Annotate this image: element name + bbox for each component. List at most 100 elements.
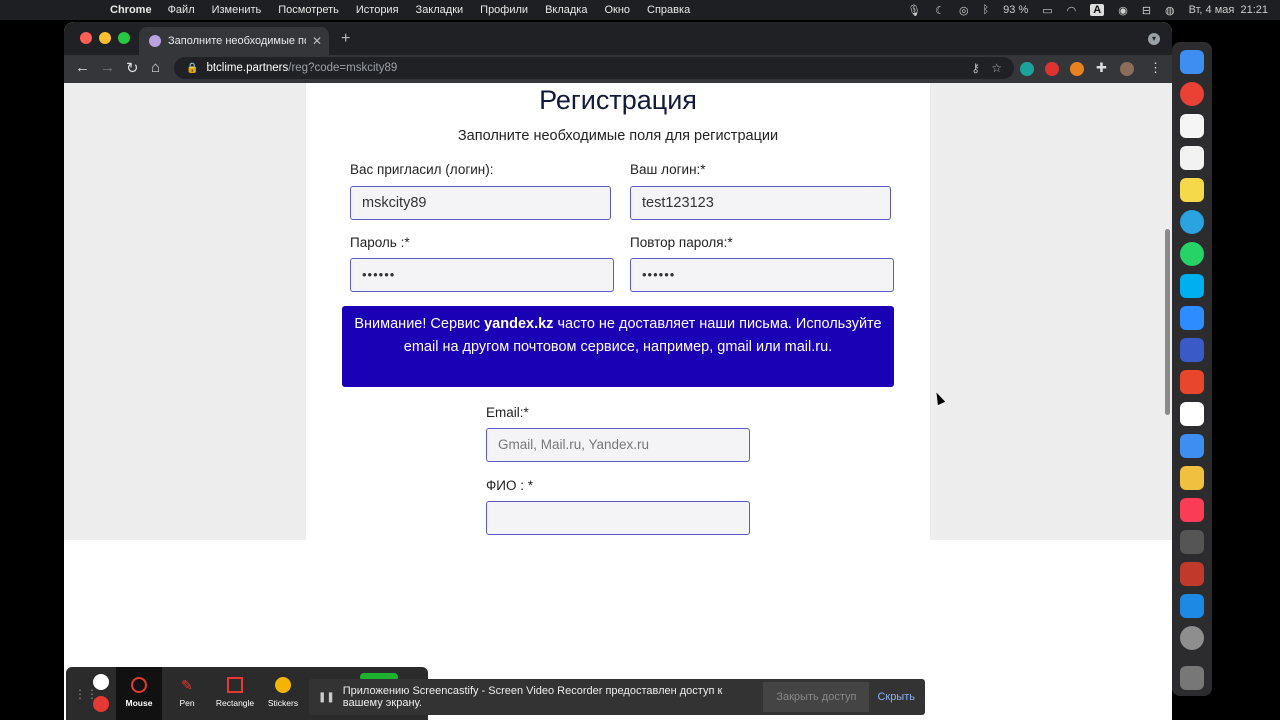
- inviter-input[interactable]: mskcity89: [350, 186, 611, 220]
- url-path: /reg?code=mskcity89: [288, 62, 398, 74]
- pen-tool-button[interactable]: ✎ Pen: [164, 667, 210, 720]
- whatsapp-icon[interactable]: [1180, 242, 1204, 266]
- menu-tab[interactable]: Вкладка: [545, 4, 587, 16]
- menu-profiles[interactable]: Профили: [480, 4, 528, 16]
- extension-metamask-icon[interactable]: [1070, 62, 1084, 76]
- alert-prefix: Внимание! Сервис: [354, 316, 485, 332]
- password-repeat-label: Повтор пароля:*: [630, 235, 733, 250]
- forward-icon[interactable]: →: [100, 59, 115, 76]
- fio-input[interactable]: [486, 501, 750, 535]
- battery-icon[interactable]: ▭: [1042, 4, 1052, 17]
- bookmark-star-icon[interactable]: ☆: [991, 61, 1002, 75]
- telegram-icon[interactable]: [1180, 210, 1204, 234]
- dictionary-icon[interactable]: [1180, 562, 1204, 586]
- menu-view[interactable]: Посмотреть: [278, 4, 339, 16]
- app-store-icon[interactable]: [1180, 594, 1204, 618]
- zoom-icon[interactable]: [1180, 306, 1204, 330]
- menu-help[interactable]: Справка: [647, 4, 690, 16]
- extension-screencastify-icon[interactable]: [1045, 62, 1059, 76]
- siri-icon[interactable]: ◍: [1165, 4, 1175, 17]
- skype-icon[interactable]: [1180, 274, 1204, 298]
- wifi-icon[interactable]: ◠: [1067, 4, 1077, 17]
- key-icon[interactable]: ⚷: [971, 61, 980, 75]
- stickers-tool-button[interactable]: Stickers: [260, 667, 306, 720]
- close-window-icon[interactable]: [80, 32, 92, 44]
- mouse-tool-button[interactable]: Mouse: [116, 667, 162, 720]
- back-icon[interactable]: ←: [75, 59, 90, 76]
- menu-history[interactable]: История: [356, 4, 399, 16]
- bluetooth-icon[interactable]: ᛒ: [983, 4, 990, 16]
- address-bar[interactable]: 🔒 btclime.partners/reg?code=mskcity89 ⚷ …: [174, 57, 1014, 79]
- extension-teal-icon[interactable]: [1020, 62, 1034, 76]
- email-input[interactable]: Gmail, Mail.ru, Yandex.ru: [486, 428, 750, 462]
- stickers-tool-label: Stickers: [267, 698, 299, 708]
- password-label: Пароль :*: [350, 235, 410, 250]
- pen-tool-label: Pen: [179, 698, 195, 708]
- rectangle-tool-label: Rectangle: [215, 698, 255, 708]
- macos-dock: [1172, 42, 1212, 696]
- menu-bookmarks[interactable]: Закладки: [416, 4, 464, 16]
- menu-edit[interactable]: Изменить: [212, 4, 262, 16]
- finder-icon[interactable]: [1180, 50, 1204, 74]
- browser-menu-icon[interactable]: ⋮: [1149, 60, 1162, 76]
- numbers-icon[interactable]: [1180, 402, 1204, 426]
- screen-sharing-notice: ❚❚ Приложению Screencastify - Screen Vid…: [309, 679, 925, 715]
- battery-percent[interactable]: 93 %: [1003, 4, 1028, 16]
- active-tab[interactable]: Заполните необходимые поля ✕: [139, 27, 329, 55]
- tab-search-icon[interactable]: ▾: [1148, 33, 1160, 45]
- menubar-clock[interactable]: Вт, 4 мая 21:21: [1189, 4, 1268, 16]
- reload-icon[interactable]: ↻: [126, 59, 139, 77]
- minimize-window-icon[interactable]: [99, 32, 111, 44]
- mail-icon[interactable]: [1180, 434, 1204, 458]
- moon-icon[interactable]: ☾: [935, 4, 945, 17]
- notice-message: Приложению Screencastify - Screen Video …: [342, 685, 723, 709]
- reminders-icon[interactable]: [1180, 146, 1204, 170]
- music-icon[interactable]: [1180, 498, 1204, 522]
- page-scrollbar[interactable]: [1165, 229, 1170, 415]
- fio-label: ФИО : *: [486, 478, 533, 493]
- page-viewport: Регистрация Заполните необходимые поля д…: [64, 83, 1172, 540]
- zoom-window-icon[interactable]: [118, 32, 130, 44]
- tradingview-icon[interactable]: [1180, 338, 1204, 362]
- tab-strip: Заполните необходимые поля ✕ + ▾: [64, 22, 1172, 55]
- profile-avatar[interactable]: [1120, 62, 1134, 76]
- calendar-icon[interactable]: [1180, 114, 1204, 138]
- tab-favicon-icon: [149, 35, 161, 47]
- chrome-icon[interactable]: [1180, 82, 1204, 106]
- menu-file[interactable]: Файл: [168, 4, 195, 16]
- keyboard-layout-icon[interactable]: A: [1090, 4, 1105, 16]
- page-title: Регистрация: [539, 85, 697, 115]
- url-host: btclime.partners: [206, 62, 289, 74]
- calculator-icon[interactable]: [1180, 530, 1204, 554]
- control-center-icon[interactable]: ⊟: [1142, 4, 1151, 17]
- alert-domain: yandex.kz: [484, 316, 554, 332]
- new-tab-icon[interactable]: +: [341, 30, 350, 48]
- user-icon[interactable]: ◉: [1118, 4, 1128, 17]
- microphone-icon[interactable]: 🎙: [907, 4, 921, 17]
- xmind-icon[interactable]: [1180, 370, 1204, 394]
- lock-icon[interactable]: 🔒: [186, 63, 198, 74]
- registration-card: Регистрация Заполните необходимые поля д…: [306, 83, 930, 540]
- login-label: Ваш логин:*: [630, 162, 706, 177]
- notes-icon[interactable]: [1180, 178, 1204, 202]
- password-input[interactable]: ••••••: [350, 258, 614, 292]
- stop-sharing-button[interactable]: Закрыть доступ: [763, 682, 870, 712]
- login-input[interactable]: test123123: [630, 186, 891, 220]
- rectangle-tool-button[interactable]: Rectangle: [212, 667, 258, 720]
- home-icon[interactable]: ⌂: [151, 59, 160, 76]
- browser-toolbar: ← → ↻ ⌂ 🔒 btclime.partners/reg?code=mskc…: [64, 55, 1172, 83]
- photos-icon[interactable]: [1180, 466, 1204, 490]
- close-tab-icon[interactable]: ✕: [312, 34, 322, 48]
- password-repeat-input[interactable]: ••••••: [630, 258, 894, 292]
- inviter-label: Вас пригласил (логин):: [350, 162, 494, 177]
- system-preferences-icon[interactable]: [1180, 626, 1204, 650]
- mouse-tool-label: Mouse: [125, 698, 153, 708]
- airplay-icon[interactable]: ◎: [959, 4, 969, 17]
- hide-notice-button[interactable]: Скрыть: [877, 691, 915, 703]
- pause-recording-icon[interactable]: [93, 674, 109, 690]
- trash-icon[interactable]: [1180, 666, 1204, 690]
- menu-app-name[interactable]: Chrome: [110, 4, 152, 16]
- stop-recording-icon[interactable]: [93, 696, 109, 712]
- extensions-puzzle-icon[interactable]: ✚: [1096, 60, 1107, 76]
- menu-window[interactable]: Окно: [604, 4, 630, 16]
